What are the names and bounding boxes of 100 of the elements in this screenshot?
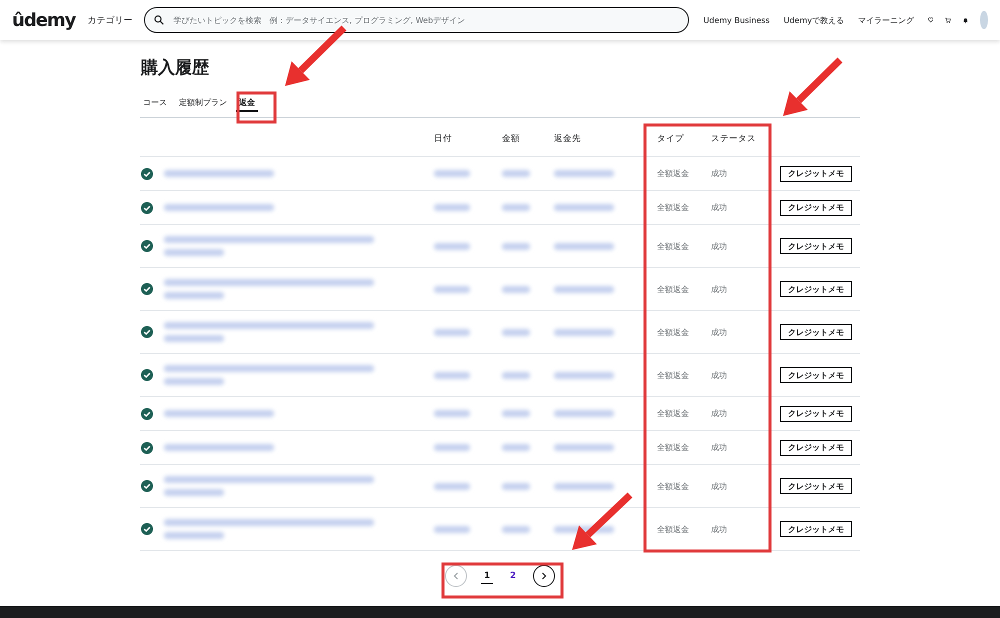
column-header: ステータス — [711, 133, 757, 145]
table-cell-text: 全額返金 — [657, 480, 690, 492]
blurred-text — [434, 526, 470, 532]
blurred-text — [434, 204, 470, 211]
blurred-text — [502, 526, 530, 532]
categories-link[interactable]: カテゴリー — [87, 14, 132, 26]
table-cell-text: 全額返金 — [657, 202, 690, 213]
blurred-title[interactable] — [164, 279, 374, 286]
udemy-logo[interactable]: ûdemy — [12, 10, 76, 30]
table-cell-text: 全額返金 — [657, 240, 690, 252]
previous-page-button[interactable] — [445, 565, 468, 587]
blurred-text — [434, 482, 470, 490]
column-header: 返金先 — [554, 133, 582, 145]
search-field[interactable]: 学びたいトピックを検索 例：データサイエンス, プログラミング, Webデザイン — [144, 7, 690, 33]
column-header: 日付 — [434, 133, 453, 145]
column-header: タイプ — [657, 133, 685, 145]
blurred-text — [554, 372, 614, 378]
blurred-text — [502, 242, 530, 250]
blurred-text — [554, 410, 614, 417]
table-cell-text: 成功 — [711, 284, 728, 294]
blurred-title[interactable] — [164, 365, 374, 372]
blurred-text — [434, 286, 470, 292]
next-page-button[interactable] — [532, 565, 555, 587]
annotation-arrow — [572, 492, 632, 550]
table-cell-text: 全額返金 — [657, 284, 690, 294]
blurred-title[interactable] — [164, 322, 374, 329]
blurred-title[interactable] — [164, 489, 224, 496]
column-header: 金額 — [502, 133, 521, 145]
credit-memo-button[interactable]: クレジットメモ — [780, 200, 852, 216]
nav-link[interactable]: Udemy Business — [703, 16, 770, 24]
table-cell-text: 成功 — [711, 326, 728, 338]
table-cell-text: 全額返金 — [657, 442, 690, 453]
blurred-text — [502, 286, 530, 292]
check-circle-icon — [141, 442, 153, 454]
blurred-title[interactable] — [164, 335, 224, 342]
blurred-text — [554, 286, 614, 292]
blurred-title[interactable] — [164, 292, 224, 299]
blurred-text — [502, 410, 530, 417]
blurred-title[interactable] — [164, 410, 274, 417]
tab[interactable]: コース — [140, 95, 170, 112]
table-cell-text: 成功 — [711, 480, 728, 492]
blurred-text — [554, 482, 614, 490]
nav-link[interactable]: Udemyで教える — [784, 14, 844, 26]
blurred-title[interactable] — [164, 444, 274, 451]
annotation-arrow — [783, 58, 842, 116]
credit-memo-button[interactable]: クレジットメモ — [780, 324, 852, 340]
table-cell-text: 全額返金 — [657, 524, 690, 534]
check-circle-icon — [141, 240, 153, 252]
credit-memo-button[interactable]: クレジットメモ — [780, 478, 852, 494]
credit-memo-button[interactable]: クレジットメモ — [780, 406, 852, 422]
table-cell-text: 全額返金 — [657, 408, 690, 419]
blurred-text — [554, 204, 614, 211]
page-link[interactable]: 1 — [481, 568, 493, 584]
credit-memo-button[interactable]: クレジットメモ — [780, 166, 852, 182]
tab[interactable]: 定額制プラン — [176, 95, 230, 112]
check-circle-icon — [141, 326, 153, 338]
check-circle-icon — [141, 523, 153, 535]
table-cell-text: 全額返金 — [657, 168, 690, 179]
blurred-text — [434, 444, 470, 451]
table-cell-text: 成功 — [711, 240, 728, 252]
nav-link[interactable]: マイラーニング — [858, 14, 914, 26]
tab[interactable]: 返金 — [236, 95, 258, 112]
blurred-text — [554, 242, 614, 250]
table-cell-text: 全額返金 — [657, 370, 690, 380]
blurred-title[interactable] — [164, 204, 274, 211]
blurred-text — [502, 170, 530, 177]
credit-memo-button[interactable]: クレジットメモ — [780, 238, 852, 254]
search-icon — [154, 15, 164, 25]
page-link[interactable]: 2 — [507, 569, 519, 583]
blurred-title[interactable] — [164, 236, 374, 243]
table-cell-text: 成功 — [711, 442, 728, 453]
blurred-text — [502, 482, 530, 490]
blurred-text — [502, 328, 530, 336]
table-cell-text: 成功 — [711, 168, 728, 179]
blurred-title[interactable] — [164, 249, 224, 256]
blurred-text — [554, 170, 614, 177]
blurred-title[interactable] — [164, 378, 224, 385]
blurred-title[interactable] — [164, 170, 274, 177]
blurred-text — [502, 372, 530, 378]
page-title: 購入履歴 — [141, 57, 210, 79]
blurred-text — [502, 204, 530, 211]
check-circle-icon — [141, 283, 153, 295]
table-cell-text: 成功 — [711, 408, 728, 419]
annotation-arrow — [285, 26, 346, 86]
blurred-text — [434, 170, 470, 177]
credit-memo-button[interactable]: クレジットメモ — [780, 367, 852, 383]
credit-memo-button[interactable]: クレジットメモ — [780, 440, 852, 456]
credit-memo-button[interactable]: クレジットメモ — [780, 521, 852, 537]
blurred-title[interactable] — [164, 476, 374, 483]
check-circle-icon — [141, 369, 153, 381]
table-cell-text: 成功 — [711, 370, 728, 380]
blurred-title[interactable] — [164, 519, 374, 526]
credit-memo-button[interactable]: クレジットメモ — [780, 281, 852, 297]
blurred-title[interactable] — [164, 532, 224, 539]
chevron-left-icon — [453, 572, 460, 580]
check-circle-icon — [141, 480, 153, 492]
blurred-text — [434, 328, 470, 336]
avatar[interactable] — [980, 11, 988, 29]
blurred-text — [554, 328, 614, 336]
table-cell-text: 全額返金 — [657, 326, 690, 338]
